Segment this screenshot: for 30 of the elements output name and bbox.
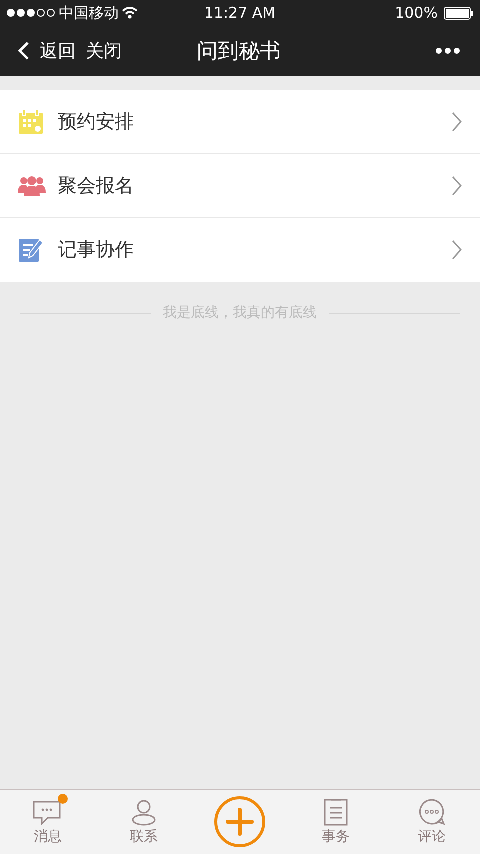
- battery-percent: 100%: [395, 4, 438, 22]
- status-time: 11:27 AM: [204, 4, 276, 22]
- menu-item[interactable]: 记事协作: [0, 218, 480, 282]
- tab-label[interactable]: 联系: [130, 828, 158, 846]
- back-button[interactable]: 返回: [18, 39, 76, 63]
- tab-label[interactable]: 事务: [322, 828, 350, 846]
- signal-icon: [6, 8, 56, 18]
- clipboard-icon: [323, 798, 349, 826]
- menu-item-label: 聚会报名: [58, 174, 135, 198]
- close-button[interactable]: 关闭: [86, 39, 122, 63]
- tab-label[interactable]: 评论: [418, 828, 446, 846]
- person-icon: [130, 798, 158, 826]
- tab-label[interactable]: 消息: [34, 828, 62, 846]
- chevron-icon: [452, 112, 462, 132]
- more-icon[interactable]: [436, 48, 460, 54]
- menu-item[interactable]: 预约安排: [0, 90, 480, 154]
- carrier-name: 中国移动: [59, 4, 119, 22]
- group-icon: [18, 174, 46, 196]
- page-title: 问到秘书: [197, 38, 281, 65]
- menu-item-label: 记事协作: [58, 238, 135, 263]
- wifi-icon: [122, 7, 138, 19]
- chevron-icon: [452, 176, 462, 196]
- calendar-icon: [18, 108, 44, 134]
- menu-item[interactable]: 聚会报名: [0, 154, 480, 218]
- comment-icon: [418, 798, 446, 826]
- note-icon: [18, 237, 44, 263]
- chevron-icon: [452, 240, 462, 260]
- menu-item-label: 预约安排: [58, 110, 135, 134]
- battery-icon: [444, 6, 474, 20]
- back-icon: [18, 41, 30, 61]
